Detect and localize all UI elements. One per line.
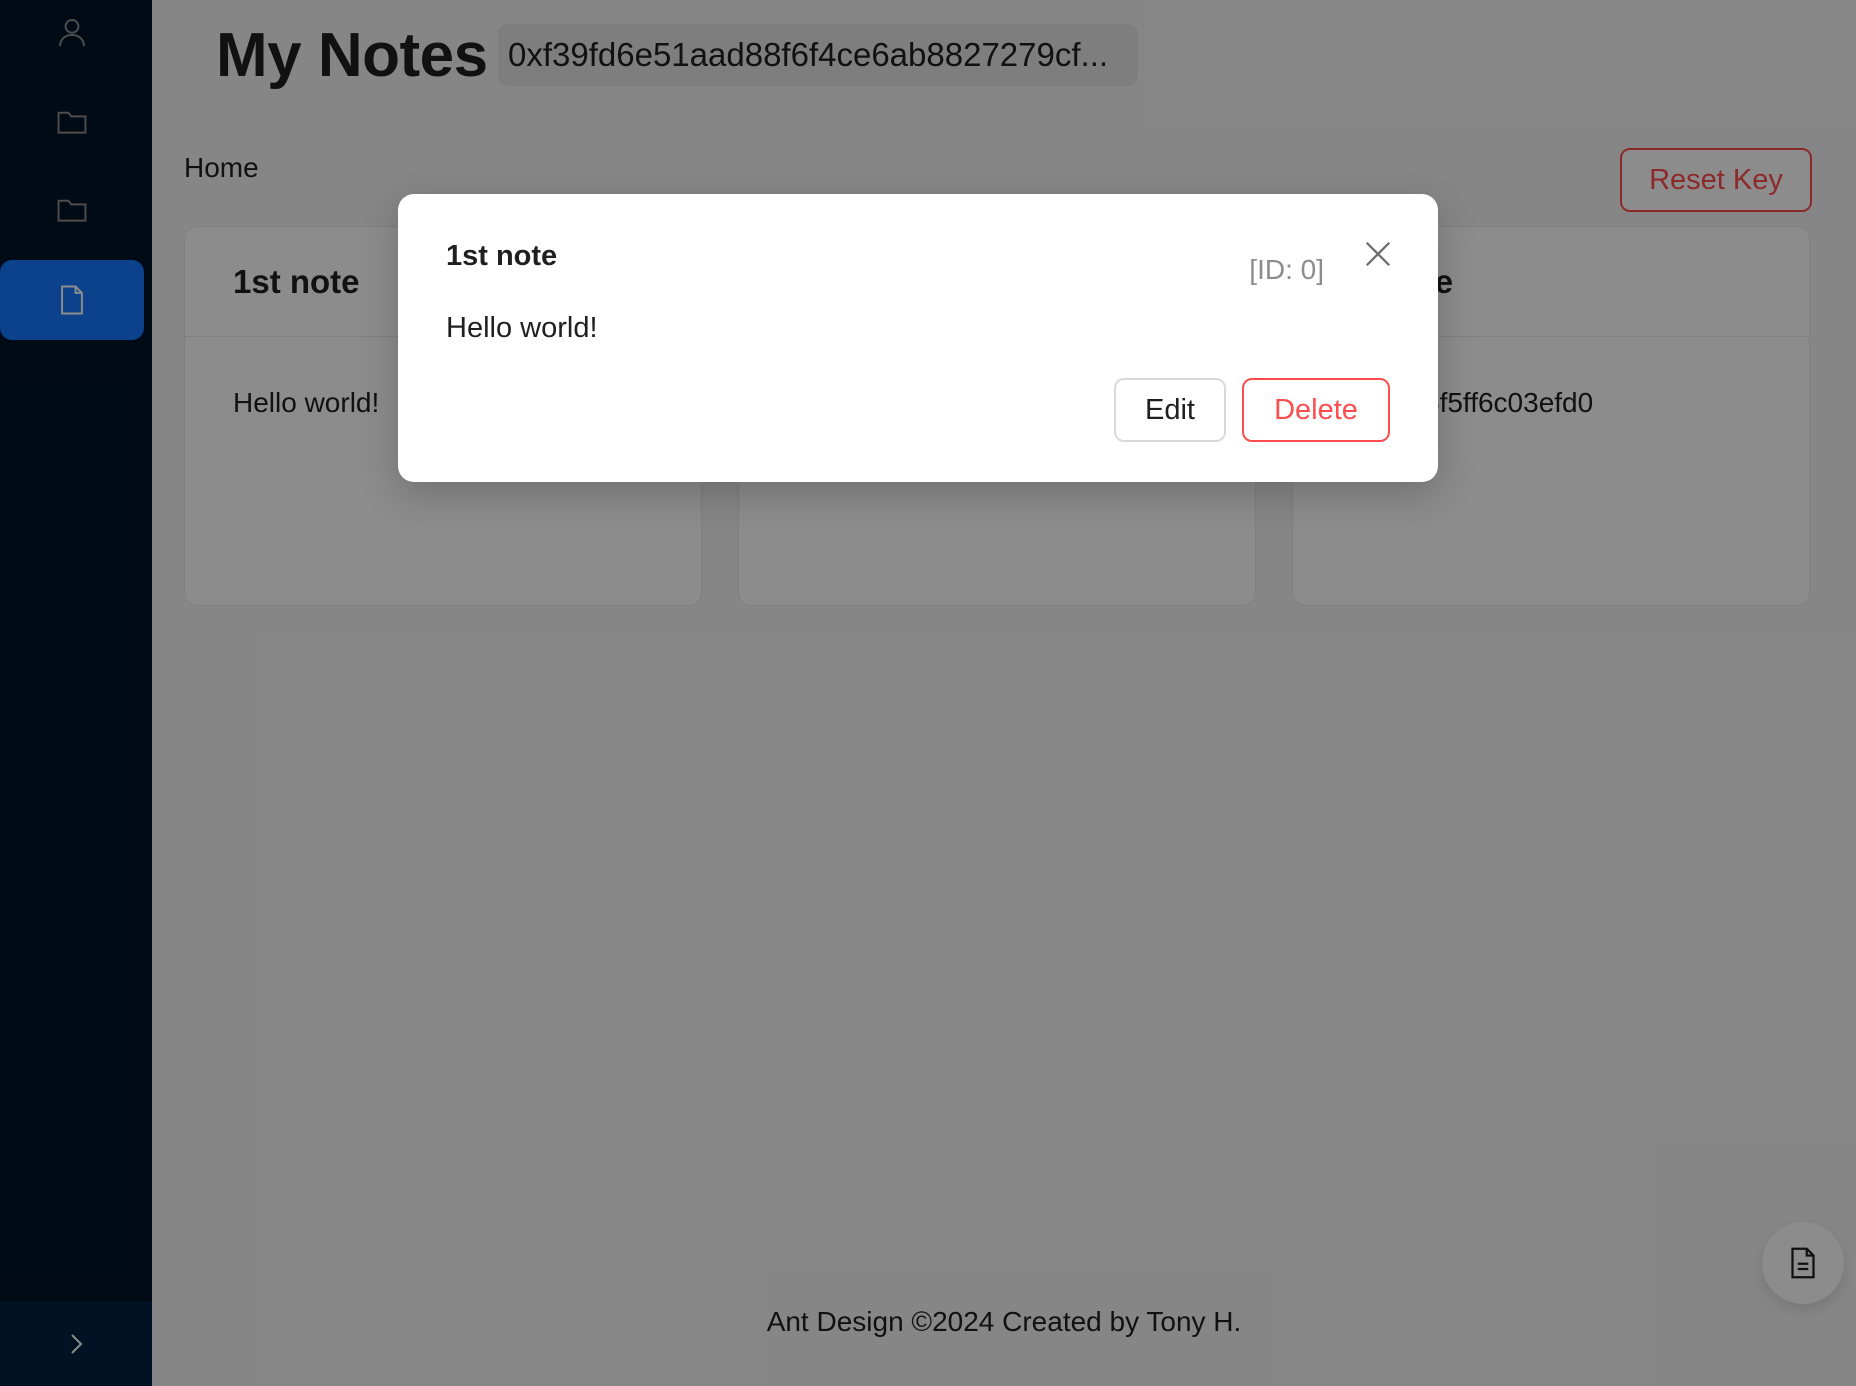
note-id-label: [ID: 0] [1249,254,1324,285]
delete-button[interactable]: Delete [1242,378,1390,442]
note-modal: 1st note [ID: 0] Hello world! Edit Delet… [398,194,1438,482]
modal-content: Hello world! [446,312,598,344]
edit-button[interactable]: Edit [1114,378,1226,442]
modal-close-button[interactable] [1356,232,1400,276]
app: My Notes 0xf39fd6e51aad88f6f4ce6ab882727… [0,0,1856,1386]
close-icon [1365,241,1391,267]
modal-title: 1st note [446,240,558,272]
